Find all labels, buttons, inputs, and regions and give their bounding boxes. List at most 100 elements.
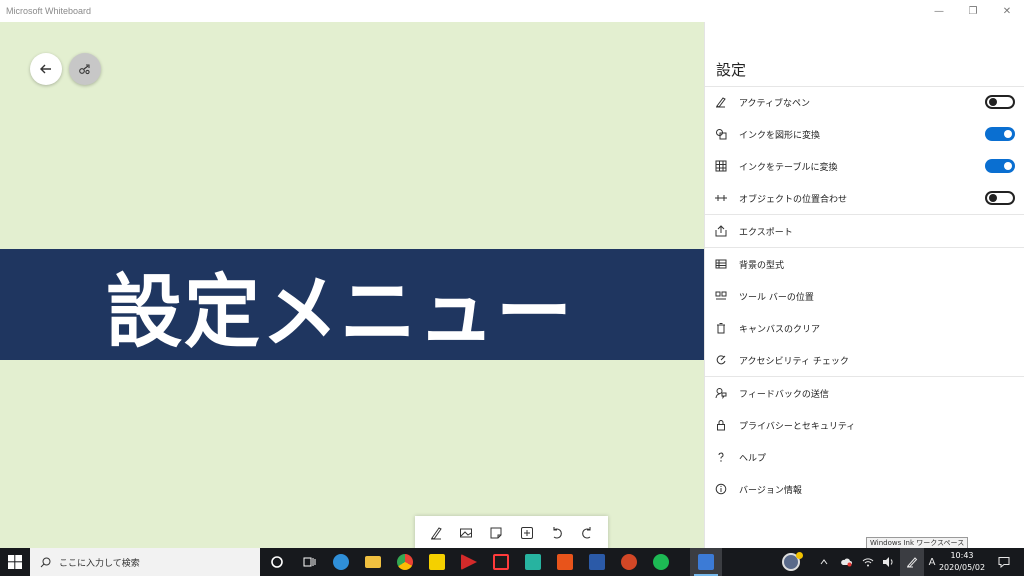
minimize-button[interactable]: — xyxy=(922,0,956,22)
volume-icon xyxy=(883,557,893,567)
taskbar-app-file-explorer[interactable] xyxy=(357,548,389,576)
restore-button[interactable]: ❐ xyxy=(956,0,990,22)
cloud-icon xyxy=(841,558,852,567)
active-pen-toggle[interactable] xyxy=(985,95,1015,109)
taskbar-app-sticky-notes[interactable] xyxy=(421,548,453,576)
search-placeholder: ここに入力して検索 xyxy=(59,558,140,569)
undo-button[interactable] xyxy=(545,521,569,545)
taskbar-app-word[interactable] xyxy=(581,548,613,576)
windows-ink-button[interactable] xyxy=(900,548,924,576)
insert-tool-button[interactable] xyxy=(515,521,539,545)
insert-icon xyxy=(520,527,533,539)
menu-item-feedback[interactable]: フィードバックの送信 xyxy=(705,377,1024,409)
setting-active-pen[interactable]: アクティブなペン xyxy=(705,86,1024,118)
sticky-notes-icon xyxy=(429,554,445,570)
ink-to-shape-toggle[interactable] xyxy=(985,127,1015,141)
taskbar-app-spotify[interactable] xyxy=(645,548,677,576)
undo-icon xyxy=(553,527,562,539)
edge-icon xyxy=(333,554,349,570)
ime-indicator[interactable]: A xyxy=(925,548,939,576)
title-banner: 設定メニュー xyxy=(0,249,704,360)
sticky-note-tool-button[interactable] xyxy=(484,521,508,545)
whiteboard-canvas[interactable]: 設定メニュー xyxy=(0,22,704,550)
lock-icon xyxy=(714,418,728,432)
setting-label: インクを図形に変換 xyxy=(739,130,821,141)
taskbar-app-screen-record[interactable] xyxy=(485,548,517,576)
volume-button[interactable] xyxy=(878,548,898,576)
accessibility-icon xyxy=(714,353,728,367)
export-icon xyxy=(714,224,728,238)
spotify-icon xyxy=(653,554,669,570)
taskbar-app-chrome[interactable] xyxy=(389,548,421,576)
taskbar-app-whiteboard[interactable] xyxy=(690,548,722,576)
taskbar: ここに入力して検索 A 10:43 2020/05/02 xyxy=(0,548,1024,576)
powerpoint-icon xyxy=(621,554,637,570)
notification-icon xyxy=(998,557,1010,568)
setting-label: オブジェクトの位置合わせ xyxy=(739,194,848,205)
menu-label: 背景の型式 xyxy=(739,260,785,271)
menu-item-clear-canvas[interactable]: キャンバスのクリア xyxy=(705,312,1024,344)
snap-icon xyxy=(714,191,728,205)
back-button[interactable] xyxy=(30,53,62,85)
redo-icon xyxy=(581,527,591,539)
pen-tool-button[interactable] xyxy=(424,521,448,545)
taskbar-app-robot[interactable] xyxy=(517,548,549,576)
pen-icon xyxy=(714,95,728,109)
menu-label: キャンバスのクリア xyxy=(739,324,821,335)
menu-label: プライバシーとセキュリティ xyxy=(739,421,856,432)
menu-label: バージョン情報 xyxy=(739,485,802,496)
network-button[interactable] xyxy=(858,548,878,576)
ink-to-table-toggle[interactable] xyxy=(985,159,1015,173)
search-icon xyxy=(39,556,51,568)
clock-date: 2020/05/02 xyxy=(938,563,986,572)
menu-item-version[interactable]: バージョン情報 xyxy=(705,473,1024,505)
tray-app-icon xyxy=(782,552,803,571)
setting-ink-to-table[interactable]: インクをテーブルに変換 xyxy=(705,150,1024,182)
clock-time: 10:43 xyxy=(950,551,974,560)
menu-item-background[interactable]: 背景の型式 xyxy=(705,248,1024,280)
taskbar-clock[interactable]: 10:43 2020/05/02 xyxy=(938,550,986,574)
taskbar-app-media-player[interactable] xyxy=(453,548,485,576)
taskbar-app-edge[interactable] xyxy=(325,548,357,576)
tray-cloud-button[interactable] xyxy=(836,548,856,576)
settings-panel: 設定 アクティブなペン インクを図形に変換 インクをテーブルに変換 オブジェクト… xyxy=(704,22,1024,548)
share-button[interactable] xyxy=(69,53,101,85)
action-center-button[interactable] xyxy=(992,548,1016,576)
title-bar: Microsoft Whiteboard — ❐ ✕ xyxy=(0,0,1024,22)
taskbar-search-box[interactable]: ここに入力して検索 xyxy=(30,548,260,576)
taskbar-app-powerpoint[interactable] xyxy=(613,548,645,576)
window-title: Microsoft Whiteboard xyxy=(6,6,92,16)
show-hidden-icons-button[interactable] xyxy=(814,548,834,576)
folder-icon xyxy=(365,556,381,568)
ink-pen-icon xyxy=(907,557,918,568)
setting-snap-objects[interactable]: オブジェクトの位置合わせ xyxy=(705,182,1024,214)
task-view-icon xyxy=(303,557,316,567)
office-icon xyxy=(557,554,573,570)
menu-item-help[interactable]: ヘルプ xyxy=(705,441,1024,473)
snap-objects-toggle[interactable] xyxy=(985,191,1015,205)
menu-item-accessibility[interactable]: アクセシビリティ チェック xyxy=(705,344,1024,376)
menu-item-privacy[interactable]: プライバシーとセキュリティ xyxy=(705,409,1024,441)
image-tool-button[interactable] xyxy=(454,521,478,545)
tray-app-button[interactable] xyxy=(774,548,808,576)
menu-label: アクセシビリティ チェック xyxy=(739,356,849,367)
shapes-icon xyxy=(714,127,728,141)
wifi-icon xyxy=(862,558,874,567)
bottom-toolbar xyxy=(415,516,608,550)
taskbar-app-office[interactable] xyxy=(549,548,581,576)
start-button[interactable] xyxy=(0,548,30,576)
setting-ink-to-shape[interactable]: インクを図形に変換 xyxy=(705,118,1024,150)
redo-button[interactable] xyxy=(575,521,599,545)
menu-label: ヘルプ xyxy=(739,453,767,464)
media-player-icon xyxy=(461,554,477,570)
toolbar-position-icon xyxy=(714,289,728,303)
share-icon xyxy=(79,64,90,75)
menu-item-export[interactable]: エクスポート xyxy=(705,215,1024,247)
chevron-up-icon xyxy=(820,559,828,565)
cortana-button[interactable] xyxy=(261,548,293,576)
close-button[interactable]: ✕ xyxy=(990,0,1024,22)
menu-item-toolbar-position[interactable]: ツール バーの位置 xyxy=(705,280,1024,312)
screen-record-icon xyxy=(493,554,509,570)
feedback-icon xyxy=(714,386,728,400)
task-view-button[interactable] xyxy=(293,548,325,576)
